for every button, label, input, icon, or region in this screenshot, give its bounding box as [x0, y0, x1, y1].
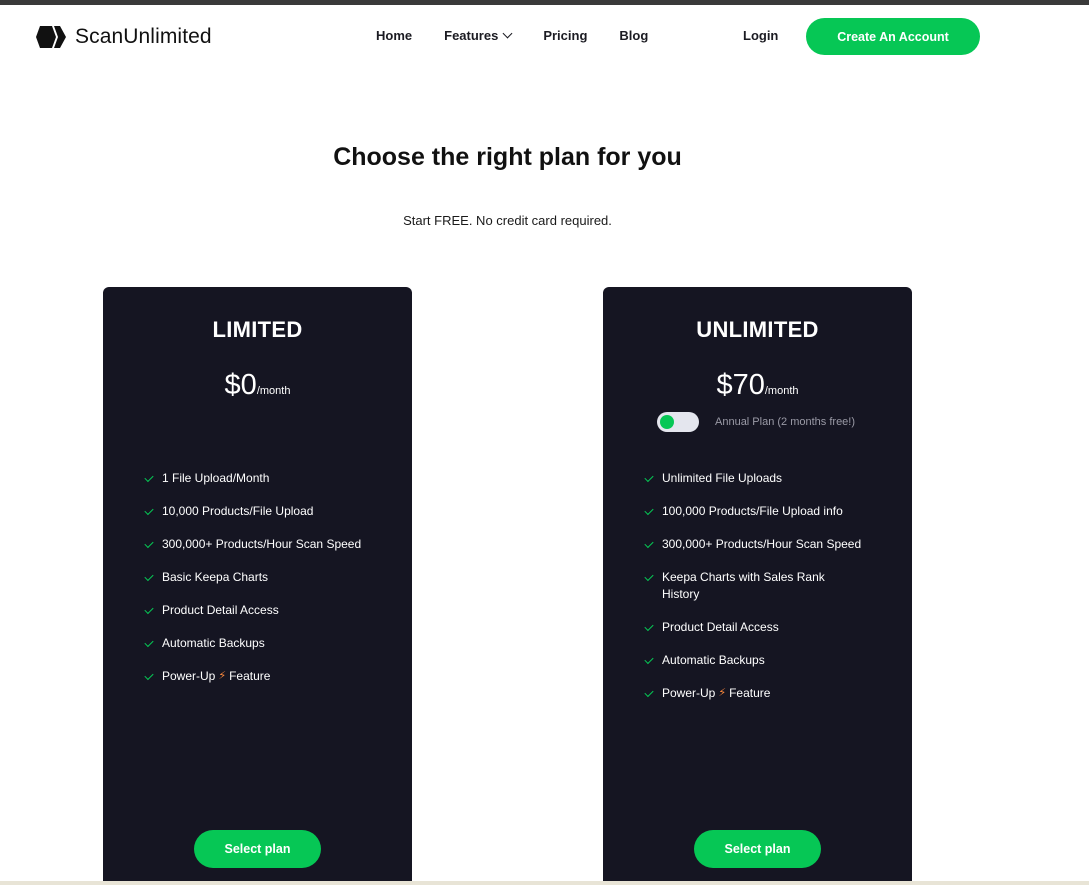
logo-text: ScanUnlimited: [75, 25, 212, 48]
plan-price: $0/month: [103, 369, 412, 402]
annual-plan-toggle[interactable]: [657, 412, 699, 432]
page-title: Choose the right plan for you: [333, 143, 682, 171]
check-icon: [644, 505, 654, 516]
create-account-button[interactable]: Create An Account: [806, 18, 980, 55]
price-period: /month: [256, 385, 291, 397]
feature-item: Basic Keepa Charts: [144, 569, 365, 586]
check-icon: [144, 637, 154, 648]
feature-item: Product Detail Access: [644, 619, 865, 636]
check-icon: [644, 571, 654, 582]
feature-item: 10,000 Products/File Upload: [144, 503, 365, 520]
annual-plan-toggle-row: Annual Plan (2 months free!): [657, 412, 855, 432]
check-icon: [644, 538, 654, 549]
page-subtitle: Start FREE. No credit card required.: [403, 213, 612, 228]
price-period: /month: [764, 385, 799, 397]
chevron-down-icon: [502, 28, 513, 39]
check-icon: [644, 472, 654, 483]
feature-item: 300,000+ Products/Hour Scan Speed: [144, 536, 365, 553]
check-icon: [144, 538, 154, 549]
check-icon: [144, 505, 154, 516]
price-amount: $70: [716, 369, 765, 401]
logo[interactable]: ScanUnlimited: [35, 24, 212, 50]
annual-plan-label: Annual Plan (2 months free!): [715, 416, 856, 428]
feature-item: Power-Up ⚡ Feature: [144, 668, 365, 685]
feature-item: 1 File Upload/Month: [144, 470, 365, 487]
nav-features[interactable]: Features: [444, 28, 513, 43]
feature-item: Product Detail Access: [144, 602, 365, 619]
login-link[interactable]: Login: [743, 28, 778, 43]
feature-list: Unlimited File Uploads 100,000 Products/…: [644, 470, 865, 718]
nav-blog[interactable]: Blog: [619, 28, 648, 43]
feature-item: 300,000+ Products/Hour Scan Speed: [644, 536, 865, 553]
nav-features-label: Features: [444, 28, 499, 43]
plan-name: LIMITED: [212, 317, 303, 342]
plan-card-limited: LIMITED $0/month 1 File Upload/Month 10,…: [103, 287, 412, 885]
feature-item: 100,000 Products/File Upload info: [644, 503, 865, 520]
plan-card-unlimited: UNLIMITED $70/month Annual Plan (2 month…: [603, 287, 912, 885]
plan-name: UNLIMITED: [696, 317, 819, 342]
bottom-strip: [0, 881, 1089, 885]
feature-list: 1 File Upload/Month 10,000 Products/File…: [144, 470, 365, 701]
feature-item: Power-Up ⚡ Feature: [644, 685, 865, 702]
check-icon: [644, 687, 654, 698]
logo-icon: [36, 26, 66, 48]
check-icon: [644, 621, 654, 632]
plan-price: $70/month: [603, 369, 912, 402]
lightning-bolt-icon: ⚡: [718, 687, 727, 699]
browser-top-strip: [0, 0, 1089, 5]
nav-pricing[interactable]: Pricing: [543, 28, 587, 43]
main-nav: Home Features Pricing Blog: [376, 28, 680, 43]
toggle-knob: [660, 415, 674, 429]
select-plan-button-unlimited[interactable]: Select plan: [694, 830, 821, 868]
price-amount: $0: [224, 369, 257, 401]
check-icon: [144, 670, 154, 681]
check-icon: [144, 571, 154, 582]
check-icon: [144, 472, 154, 483]
check-icon: [144, 604, 154, 615]
feature-item: Unlimited File Uploads: [644, 470, 865, 487]
nav-home[interactable]: Home: [376, 28, 412, 43]
feature-item: Automatic Backups: [144, 635, 365, 652]
feature-item: Keepa Charts with Sales Rank History: [644, 569, 865, 603]
lightning-bolt-icon: ⚡: [218, 670, 227, 682]
select-plan-button-limited[interactable]: Select plan: [194, 830, 321, 868]
feature-item: Automatic Backups: [644, 652, 865, 669]
check-icon: [644, 654, 654, 665]
